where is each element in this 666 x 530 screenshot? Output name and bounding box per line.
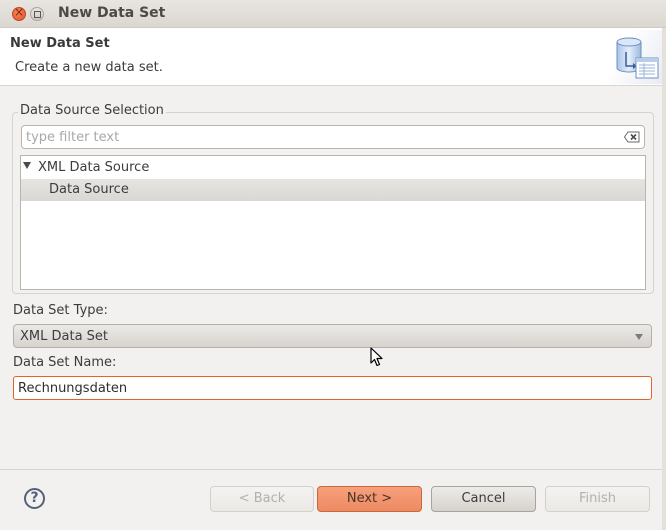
expand-arrow-icon[interactable] [23,162,31,169]
data-set-name-input[interactable] [13,376,652,400]
window-titlebar: New Data Set [0,0,666,28]
cancel-button[interactable]: Cancel [431,486,536,512]
maximize-icon[interactable] [30,7,44,21]
data-set-type-select[interactable]: XML Data Set [13,324,652,348]
tree-item-xml-data-source[interactable]: XML Data Source [21,157,645,179]
footer-divider [0,469,666,470]
data-source-tree[interactable]: XML Data Source Data Source [20,155,646,290]
data-set-type-label: Data Set Type: [13,303,108,318]
close-icon[interactable] [12,5,26,21]
clear-filter-icon[interactable] [623,131,640,143]
mouse-pointer-icon [370,347,384,367]
filter-input[interactable] [26,128,616,146]
page-description: Create a new data set. [15,60,163,75]
tree-item-label: XML Data Source [38,160,150,175]
next-button[interactable]: Next > [317,486,422,512]
tree-item-data-source[interactable]: Data Source [21,179,645,201]
tree-item-label: Data Source [49,182,129,197]
back-button[interactable]: < Back [210,486,314,512]
window-border [662,28,666,530]
window-title: New Data Set [58,5,166,21]
data-set-name-label: Data Set Name: [13,355,117,370]
help-icon[interactable]: ? [24,488,45,509]
wizard-header: New Data Set Create a new data set. [0,28,666,86]
filter-field[interactable] [21,125,645,149]
data-set-type-value: XML Data Set [20,329,109,344]
database-table-icon [592,30,664,84]
data-source-selection-label: Data Source Selection [18,103,166,118]
finish-button[interactable]: Finish [545,486,650,512]
chevron-down-icon [635,334,643,340]
page-title: New Data Set [10,36,110,51]
